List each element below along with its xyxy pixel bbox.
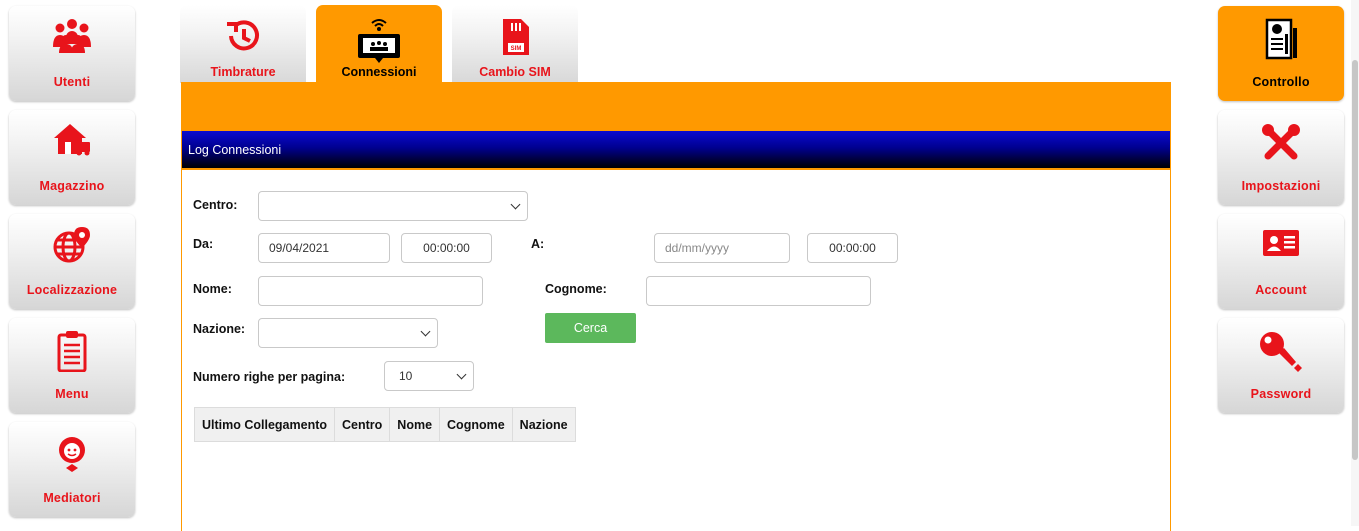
nav-controllo[interactable]: Controllo [1218,6,1344,101]
column-header[interactable]: Nome [389,407,441,442]
nome-input[interactable] [258,276,483,306]
nav-localizzazione-label: Localizzazione [26,283,118,297]
nav-utenti-label: Utenti [53,75,91,89]
column-header[interactable]: Ultimo Collegamento [193,407,336,442]
table-header-row: Ultimo Collegamento Centro Nome Cognome … [193,407,576,442]
da-time-value: 00:00:00 [423,241,470,255]
chevron-down-icon [420,326,431,337]
chevron-down-icon [510,199,521,210]
da-date-value: 09/04/2021 [269,241,330,255]
tab-cambio-sim[interactable]: SIM Cambio SIM [452,5,578,83]
wifi-screen-icon [355,17,403,68]
da-label: Da: [193,237,214,251]
tab-timbrature-label: Timbrature [210,65,276,79]
nav-impostazioni-label: Impostazioni [1241,179,1321,193]
scrollbar-thumb[interactable] [1352,60,1358,460]
righe-per-pagina-label: Numero righe per pagina: [193,370,346,384]
nav-password[interactable]: Password [1218,318,1344,413]
report-icon [1264,18,1298,67]
id-card-icon [1262,226,1300,265]
tab-connessioni[interactable]: Connessioni [316,5,442,83]
nav-menu[interactable]: Menu [9,318,135,413]
nazione-label: Nazione: [193,322,246,336]
righe-per-pagina-select[interactable]: 10 [384,361,474,391]
tab-timbrature[interactable]: Timbrature [180,5,306,83]
centro-select[interactable] [258,191,528,221]
nav-password-label: Password [1250,387,1312,401]
nav-impostazioni[interactable]: Impostazioni [1218,110,1344,205]
column-header[interactable]: Cognome [439,407,513,442]
nazione-select[interactable] [258,318,438,348]
svg-text:SIM: SIM [511,46,522,52]
users-icon [50,18,94,59]
nav-menu-label: Menu [55,387,89,401]
mediator-icon [55,434,89,477]
tab-content-header-bar [181,82,1171,131]
nav-account-label: Account [1255,283,1307,297]
nav-account[interactable]: Account [1218,214,1344,309]
righe-per-pagina-value: 10 [399,369,413,383]
clock-history-icon [223,17,263,60]
cerca-button[interactable]: Cerca [545,313,636,343]
nav-magazzino[interactable]: Magazzino [9,110,135,205]
panel-title: Log Connessioni [182,131,1170,170]
tab-cambio-sim-label: Cambio SIM [479,65,551,79]
da-time-input[interactable]: 00:00:00 [401,233,492,263]
clipboard-list-icon [57,330,87,377]
tools-icon [1260,122,1302,169]
connessioni-table: Ultimo Collegamento Centro Nome Cognome … [193,407,576,442]
a-time-input[interactable]: 00:00:00 [807,233,898,263]
chevron-down-icon [456,369,467,380]
globe-pin-icon [52,226,92,269]
a-time-value: 00:00:00 [829,241,876,255]
column-header[interactable]: Centro [334,407,391,442]
nav-utenti[interactable]: Utenti [9,6,135,101]
cognome-label: Cognome: [545,282,607,296]
a-label: A: [531,237,545,251]
nav-mediatori[interactable]: Mediatori [9,422,135,517]
a-date-placeholder: dd/mm/yyyy [665,241,730,255]
a-date-input[interactable]: dd/mm/yyyy [654,233,790,263]
log-connessioni-panel: Log Connessioni Centro: Da: 09/04/2021 0… [181,131,1171,531]
nav-mediatori-label: Mediatori [43,491,101,505]
nav-controllo-label: Controllo [1252,75,1310,89]
nav-localizzazione[interactable]: Localizzazione [9,214,135,309]
column-header[interactable]: Nazione [511,407,576,442]
sim-card-icon: SIM [499,17,531,62]
nav-magazzino-label: Magazzino [39,179,105,193]
key-icon [1258,330,1304,381]
cognome-input[interactable] [646,276,871,306]
da-date-input[interactable]: 09/04/2021 [258,233,390,263]
nome-label: Nome: [193,282,232,296]
page-scrollbar[interactable] [1351,0,1359,526]
centro-label: Centro: [193,198,238,212]
warehouse-icon [52,122,92,161]
